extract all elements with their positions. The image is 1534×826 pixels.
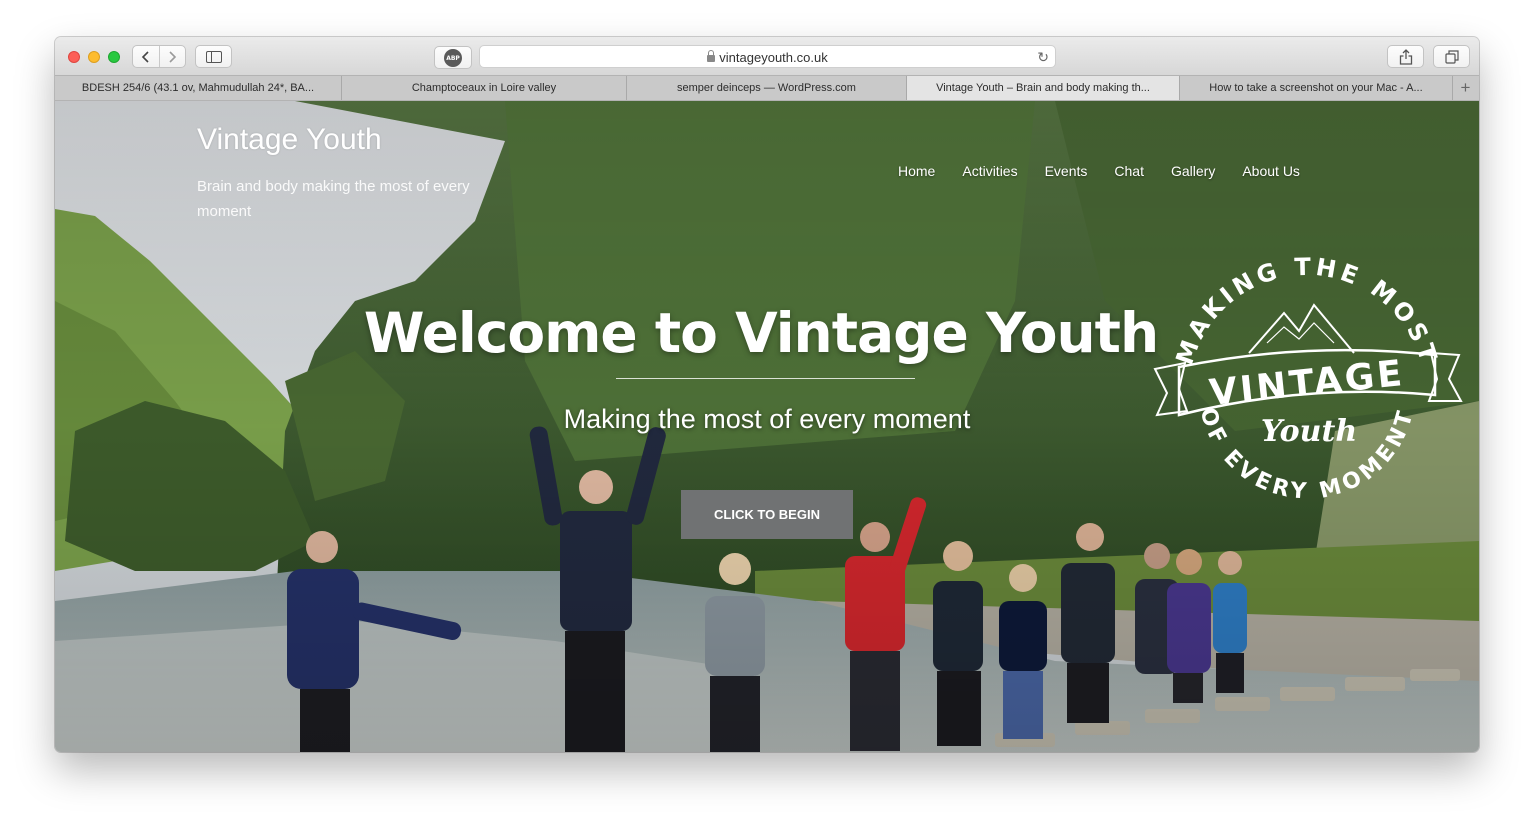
url-label: vintageyouth.co.uk [719, 50, 828, 65]
badge-banner-text: VINTAGE [1207, 353, 1406, 414]
main-navigation: Home Activities Events Chat Gallery Abou… [898, 163, 1300, 179]
share-icon [1399, 48, 1412, 65]
tab-vintage-youth[interactable]: Vintage Youth – Brain and body making th… [907, 76, 1180, 100]
tab-champtoceaux[interactable]: Champtoceaux in Loire valley [342, 76, 627, 100]
back-forward-group [132, 45, 186, 68]
nav-about-us[interactable]: About Us [1242, 163, 1300, 179]
tab-label: How to take a screenshot on your Mac - A… [1209, 82, 1423, 94]
nav-events[interactable]: Events [1045, 163, 1088, 179]
tabs-icon [1444, 49, 1459, 64]
tab-mac-screenshot[interactable]: How to take a screenshot on your Mac - A… [1180, 76, 1453, 100]
reload-icon[interactable]: ↻ [1037, 49, 1049, 66]
tab-label: Champtoceaux in Loire valley [411, 82, 557, 94]
tab-label: semper deinceps — WordPress.com [677, 82, 856, 94]
nav-chat[interactable]: Chat [1114, 163, 1144, 179]
tab-overview-button[interactable] [1433, 45, 1470, 68]
browser-toolbar: ABP vintageyouth.co.uk ↻ [55, 37, 1479, 75]
chevron-right-icon [169, 50, 177, 63]
sidebar-icon [205, 50, 222, 63]
nav-gallery[interactable]: Gallery [1171, 163, 1215, 179]
nav-home[interactable]: Home [898, 163, 935, 179]
browser-window: ABP vintageyouth.co.uk ↻ BDESH 254/6 (43… [55, 37, 1479, 752]
tab-label: BDESH 254/6 (43.1 ov, Mahmudullah 24*, B… [81, 82, 315, 94]
nav-activities[interactable]: Activities [962, 163, 1017, 179]
hero-divider [616, 378, 915, 379]
new-tab-button[interactable]: + [1453, 76, 1478, 100]
adblock-button[interactable]: ABP [434, 46, 472, 69]
site-tagline: Brain and body making the most of every … [197, 178, 470, 220]
badge-script-text: Youth [1261, 414, 1357, 449]
tab-label: Vintage Youth – Brain and body making th… [936, 82, 1150, 94]
site-title[interactable]: Vintage Youth [197, 123, 382, 157]
tab-bdesh[interactable]: BDESH 254/6 (43.1 ov, Mahmudullah 24*, B… [55, 76, 342, 100]
sidebar-toggle-button[interactable] [195, 45, 232, 68]
chevron-left-icon [141, 50, 149, 63]
share-button[interactable] [1387, 45, 1424, 68]
back-button[interactable] [133, 46, 159, 67]
lock-icon [707, 50, 716, 62]
click-to-begin-button[interactable]: CLICK TO BEGIN [681, 490, 853, 539]
tab-wordpress[interactable]: semper deinceps — WordPress.com [627, 76, 907, 100]
forward-button[interactable] [158, 46, 185, 67]
page-content: Vintage Youth Brain and body making the … [55, 101, 1479, 752]
url-text: vintageyouth.co.uk [480, 50, 1055, 65]
minimize-window-button[interactable] [88, 51, 100, 63]
vintage-youth-badge-logo: MAKING THE MOST VINTAGE Youth OF EVERY M… [1153, 253, 1463, 505]
close-window-button[interactable] [68, 51, 80, 63]
address-bar[interactable]: vintageyouth.co.uk ↻ [479, 45, 1056, 68]
plus-icon: + [1460, 78, 1471, 97]
tab-bar: BDESH 254/6 (43.1 ov, Mahmudullah 24*, B… [55, 75, 1479, 101]
adblock-icon: ABP [444, 49, 462, 67]
zoom-window-button[interactable] [108, 51, 120, 63]
